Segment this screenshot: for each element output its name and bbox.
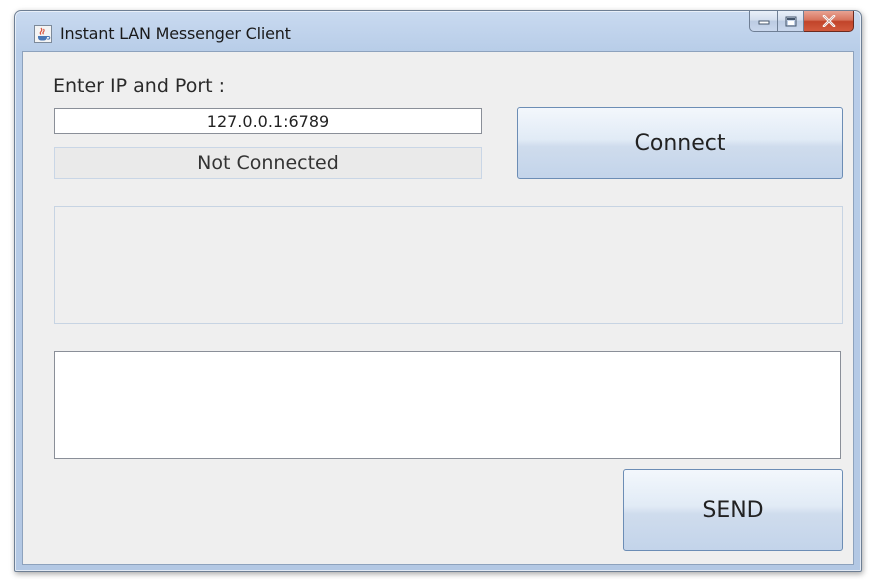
ip-port-input[interactable] [54,108,482,134]
message-input[interactable] [54,351,841,459]
client-area: Enter IP and Port : Not Connected Connec… [22,51,854,565]
ip-port-label: Enter IP and Port : [53,75,226,97]
caption-buttons [749,11,854,32]
connect-button[interactable]: Connect [517,107,843,179]
send-button[interactable]: SEND [623,469,843,551]
maximize-icon [785,16,796,26]
title-bar[interactable]: Instant LAN Messenger Client [15,11,861,51]
java-cup-icon [34,25,52,43]
window-title: Instant LAN Messenger Client [60,24,291,43]
app-window: Instant LAN Messenger Client Enter IP an… [14,10,862,572]
maximize-button[interactable] [777,11,804,32]
connection-status: Not Connected [54,147,482,179]
close-button[interactable] [804,11,854,32]
close-icon [822,15,835,27]
minimize-icon [758,20,769,25]
minimize-button[interactable] [749,11,777,32]
chat-history-area [54,206,843,324]
